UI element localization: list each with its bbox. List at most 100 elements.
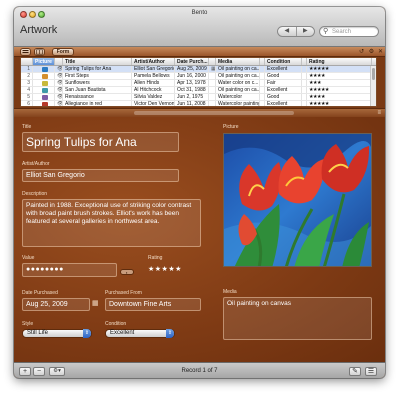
table-view-button[interactable] xyxy=(34,48,45,56)
row-rating[interactable]: ★★★★★ xyxy=(307,66,372,72)
row-rating[interactable]: ★★★ xyxy=(307,80,372,86)
row-number[interactable]: 3 xyxy=(21,80,33,86)
row-rating[interactable]: ★★★★★ xyxy=(307,87,372,93)
splitter-bar[interactable]: ≡ xyxy=(14,108,385,117)
row-title[interactable]: Renaissance xyxy=(63,94,132,100)
table-row[interactable]: 3 👁 Sunflowers Allen Hinds Apr 13, 1978 Water… xyxy=(21,80,376,87)
row-date[interactable]: Jun 16, 2000 xyxy=(175,73,209,79)
row-condition[interactable]: Good xyxy=(265,73,302,79)
table-vertical-scrollbar[interactable] xyxy=(370,66,376,106)
row-title[interactable]: Allegiance in red xyxy=(63,101,132,106)
table-row[interactable]: 1 👁 Spring Tulips for Ana Elliot San Gregor… xyxy=(21,66,376,73)
row-rating[interactable]: ★★★★ xyxy=(307,94,372,100)
artist-field[interactable]: Elliot San Gregorio xyxy=(22,169,179,182)
row-picture[interactable] xyxy=(33,73,55,79)
list-view-button[interactable]: ☰ xyxy=(365,367,377,376)
row-date[interactable]: Jun 11, 2008 xyxy=(175,101,209,106)
row-condition[interactable]: Fair xyxy=(265,80,302,86)
row-media[interactable]: Oil painting on ca... xyxy=(216,73,260,79)
refresh-icon[interactable]: ↺ xyxy=(357,48,366,56)
date-purchased-label: Date Purchased xyxy=(22,290,58,296)
column-header-date[interactable]: Date Purch... xyxy=(175,58,209,65)
row-condition[interactable]: Excellent xyxy=(265,87,302,93)
record-counter: Record 1 of 7 xyxy=(181,368,218,374)
row-date[interactable]: Apr 13, 1978 xyxy=(175,80,209,86)
row-artist[interactable]: Victor Den Vernon xyxy=(132,101,175,106)
column-header-eye[interactable] xyxy=(55,58,63,65)
date-purchased-field[interactable]: Aug 25, 2009 xyxy=(22,298,90,311)
row-title[interactable]: Spring Tulips for Ana xyxy=(63,66,132,72)
row-title[interactable]: San Juan Bautista xyxy=(63,87,132,93)
settings-icon[interactable]: ⚙ xyxy=(367,48,376,56)
table-row[interactable]: 2 👁 First Steps Pamela Bellows Jun 16, 2000 O… xyxy=(21,73,376,80)
row-media[interactable]: Watercolor xyxy=(216,94,260,100)
description-field[interactable]: Painted in 1988. Exceptional use of stri… xyxy=(22,199,201,247)
row-number[interactable]: 6 xyxy=(21,101,33,106)
next-record-button[interactable]: ▶ xyxy=(295,27,315,36)
row-date[interactable]: Jun 2, 1975 xyxy=(175,94,209,100)
row-artist[interactable]: Silvia Valdez xyxy=(132,94,175,100)
row-rating[interactable]: ★★★★ xyxy=(307,73,372,79)
row-rating[interactable]: ★★★★★ xyxy=(307,101,372,106)
column-header-rating[interactable]: Rating xyxy=(307,58,372,65)
row-date[interactable]: Oct 31, 1988 xyxy=(175,87,209,93)
column-header-picture[interactable]: Picture xyxy=(33,58,55,65)
row-artist[interactable]: Allen Hinds xyxy=(132,80,175,86)
row-picture[interactable] xyxy=(33,80,55,86)
value-field[interactable]: ●●●●●●●● xyxy=(22,263,117,277)
form-selector-button[interactable]: Form xyxy=(52,48,74,56)
row-artist[interactable]: Pamela Bellows xyxy=(132,73,175,79)
row-picture[interactable] xyxy=(33,94,55,100)
table-row[interactable]: 4 👁 San Juan Bautista Al Hitchcock Oct 31, 1… xyxy=(21,87,376,94)
column-header-artist[interactable]: Artist/Author xyxy=(132,58,175,65)
condition-select[interactable]: Excellent ⇕ xyxy=(105,329,175,338)
row-number[interactable]: 1 xyxy=(21,66,33,72)
eye-icon: 👁 xyxy=(57,66,63,72)
table-row[interactable]: 6 👁 Allegiance in red Victor Den Vernon Jun … xyxy=(21,101,376,106)
row-number[interactable]: 5 xyxy=(21,94,33,100)
picture-field[interactable] xyxy=(223,133,372,267)
row-condition[interactable]: Excellent xyxy=(265,101,302,106)
row-number[interactable]: 2 xyxy=(21,73,33,79)
column-header-title[interactable]: Title xyxy=(63,58,132,65)
style-select[interactable]: Still Life ⇕ xyxy=(22,329,92,338)
search-input[interactable]: ⚲ Search xyxy=(319,26,379,37)
row-title[interactable]: Sunflowers xyxy=(63,80,132,86)
value-visibility-toggle[interactable]: ◐ xyxy=(120,269,134,275)
column-header-number[interactable] xyxy=(21,58,33,65)
form-view-button[interactable] xyxy=(20,48,31,56)
row-picture[interactable] xyxy=(33,66,55,72)
purchased-from-field[interactable]: Downtown Fine Arts xyxy=(105,298,201,311)
media-field[interactable]: Oil painting on canvas xyxy=(223,297,372,340)
row-artist[interactable]: Elliot San Gregorio xyxy=(132,66,175,72)
calendar-icon[interactable]: ▦ xyxy=(92,299,99,307)
rating-stars[interactable]: ★★★★★ xyxy=(148,265,182,273)
table-body: 1 👁 Spring Tulips for Ana Elliot San Gregor… xyxy=(21,66,376,106)
form-view-icon xyxy=(22,50,29,53)
row-picture[interactable] xyxy=(33,101,55,106)
row-media[interactable]: Water color on c... xyxy=(216,80,260,86)
eye-icon: 👁 xyxy=(57,80,63,86)
row-condition[interactable]: Good xyxy=(265,94,302,100)
table-horizontal-scrollbar[interactable] xyxy=(134,111,294,115)
column-header-calendar[interactable] xyxy=(209,58,216,65)
edit-layout-button[interactable]: ✎ xyxy=(349,367,361,376)
row-artist[interactable]: Al Hitchcock xyxy=(132,87,175,93)
row-condition[interactable]: Excellent xyxy=(265,66,302,72)
row-title[interactable]: First Steps xyxy=(63,73,132,79)
previous-record-button[interactable]: ◀ xyxy=(278,27,296,36)
column-header-condition[interactable]: Condition xyxy=(265,58,302,65)
row-picture[interactable] xyxy=(33,87,55,93)
row-media[interactable]: Watercolor painting xyxy=(216,101,260,106)
row-media[interactable]: Oil painting on ca... xyxy=(216,87,260,93)
close-icon[interactable]: ✕ xyxy=(376,48,385,56)
row-number[interactable]: 4 xyxy=(21,87,33,93)
resize-grip-icon[interactable]: ≡ xyxy=(377,110,381,116)
scrollbar-thumb[interactable] xyxy=(372,68,375,80)
title-field[interactable]: Spring Tulips for Ana xyxy=(22,132,179,152)
row-media[interactable]: Oil painting on ca... xyxy=(216,66,260,72)
row-date[interactable]: Aug 25, 2009 xyxy=(175,66,209,72)
column-header-media[interactable]: Media xyxy=(216,58,260,65)
table-row[interactable]: 5 👁 Renaissance Silvia Valdez Jun 2, 1975 Wat… xyxy=(21,94,376,101)
view-toolbar: Form ↺ ⚙ ✕ xyxy=(14,47,385,57)
